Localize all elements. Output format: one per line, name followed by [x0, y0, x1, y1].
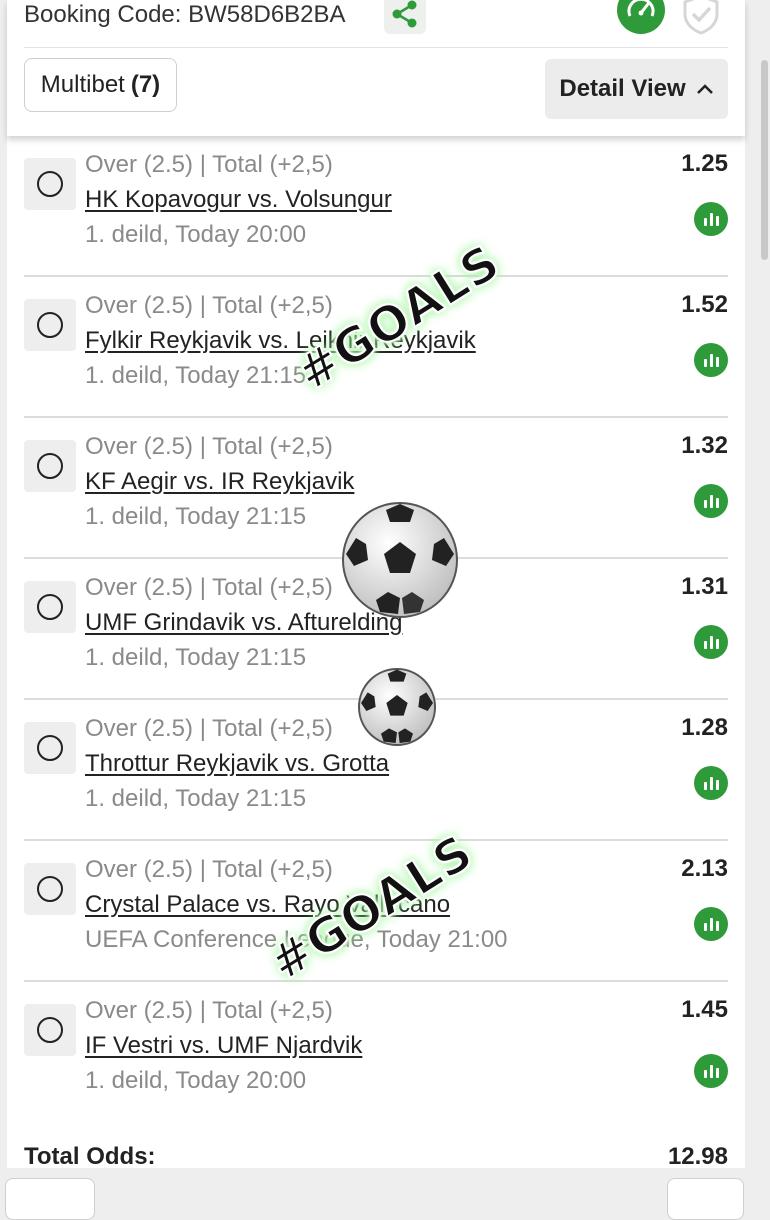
chevron-up-icon — [696, 84, 713, 94]
speedometer-button[interactable] — [617, 0, 665, 34]
bet-match-link[interactable]: HK Kopavogur vs. Volsungur — [85, 186, 392, 214]
share-button[interactable] — [384, 0, 426, 34]
radio-icon — [37, 312, 63, 338]
multibet-count: (7) — [130, 71, 161, 98]
bet-league-time: 1. deild, Today 20:00 — [85, 221, 307, 248]
bet-select-radio[interactable] — [24, 440, 76, 492]
total-odds-value: 12.98 — [667, 1143, 728, 1170]
stats-icon[interactable] — [694, 625, 728, 659]
bet-match-link[interactable]: KF Aegir vs. IR Reykjavik — [85, 468, 354, 496]
stats-icon[interactable] — [694, 202, 728, 236]
scrollbar[interactable] — [761, 60, 768, 260]
header-divider — [24, 47, 728, 48]
bet-odds: 1.31 — [681, 573, 728, 600]
bet-row: Over (2.5) | Total (+2,5) HK Kopavogur v… — [24, 136, 728, 277]
bet-league-time: 1. deild, Today 21:15 — [85, 785, 307, 812]
bet-market: Over (2.5) | Total (+2,5) — [85, 292, 333, 319]
speedometer-icon — [627, 0, 655, 17]
bet-league-time: 1. deild, Today 21:15 — [85, 362, 307, 389]
bet-select-radio[interactable] — [24, 1004, 76, 1056]
booking-code-label: Booking Code: — [24, 1, 182, 28]
bet-row: Over (2.5) | Total (+2,5) IF Vestri vs. … — [24, 982, 728, 1123]
bottom-left-button[interactable] — [5, 1178, 95, 1220]
radio-icon — [37, 876, 63, 902]
bet-odds: 1.45 — [681, 996, 728, 1023]
total-odds-label: Total Odds: — [24, 1143, 156, 1170]
booking-code: Booking Code: BW58D6B2BA — [24, 0, 346, 30]
stats-icon[interactable] — [694, 766, 728, 800]
bet-match-link[interactable]: Throttur Reykjavik vs. Grotta — [85, 750, 389, 778]
multibet-label: Multibet — [40, 71, 125, 98]
bet-match-link[interactable]: IF Vestri vs. UMF Njardvik — [85, 1032, 362, 1060]
bet-select-radio[interactable] — [24, 863, 76, 915]
bet-market: Over (2.5) | Total (+2,5) — [85, 433, 333, 460]
stats-icon[interactable] — [694, 343, 728, 377]
bet-select-radio[interactable] — [24, 299, 76, 351]
bet-odds: 1.32 — [681, 432, 728, 459]
bet-market: Over (2.5) | Total (+2,5) — [85, 856, 333, 883]
stats-icon[interactable] — [694, 1054, 728, 1088]
bet-league-time: 1. deild, Today 21:15 — [85, 503, 307, 530]
bet-odds: 1.52 — [681, 291, 728, 318]
bet-odds: 1.25 — [681, 150, 728, 177]
share-icon — [392, 0, 417, 28]
radio-icon — [37, 735, 63, 761]
soccer-ball-icon — [342, 502, 458, 618]
bet-select-radio[interactable] — [24, 581, 76, 633]
soccer-ball-icon — [358, 668, 436, 746]
betslip-header: Booking Code: BW58D6B2BA Multibet (7) De… — [7, 0, 745, 136]
booking-code-value: BW58D6B2BA — [188, 1, 346, 28]
detail-view-toggle[interactable]: Detail View — [545, 59, 728, 119]
bet-select-radio[interactable] — [24, 158, 76, 210]
check-shield-icon[interactable] — [679, 0, 723, 36]
radio-icon — [37, 171, 63, 197]
bet-market: Over (2.5) | Total (+2,5) — [85, 151, 333, 178]
detail-view-label: Detail View — [559, 75, 686, 102]
radio-icon — [37, 1017, 63, 1043]
stats-icon[interactable] — [694, 907, 728, 941]
bet-odds: 1.28 — [681, 714, 728, 741]
bet-league-time: 1. deild, Today 21:15 — [85, 644, 307, 671]
bet-market: Over (2.5) | Total (+2,5) — [85, 574, 333, 601]
bet-market: Over (2.5) | Total (+2,5) — [85, 715, 333, 742]
bottom-right-button[interactable] — [667, 1178, 744, 1220]
radio-icon — [37, 594, 63, 620]
multibet-tab[interactable]: Multibet (7) — [24, 58, 177, 112]
bet-select-radio[interactable] — [24, 722, 76, 774]
bet-odds: 2.13 — [681, 855, 728, 882]
stats-icon[interactable] — [694, 484, 728, 518]
bet-market: Over (2.5) | Total (+2,5) — [85, 997, 333, 1024]
bet-league-time: 1. deild, Today 20:00 — [85, 1067, 307, 1094]
radio-icon — [37, 453, 63, 479]
